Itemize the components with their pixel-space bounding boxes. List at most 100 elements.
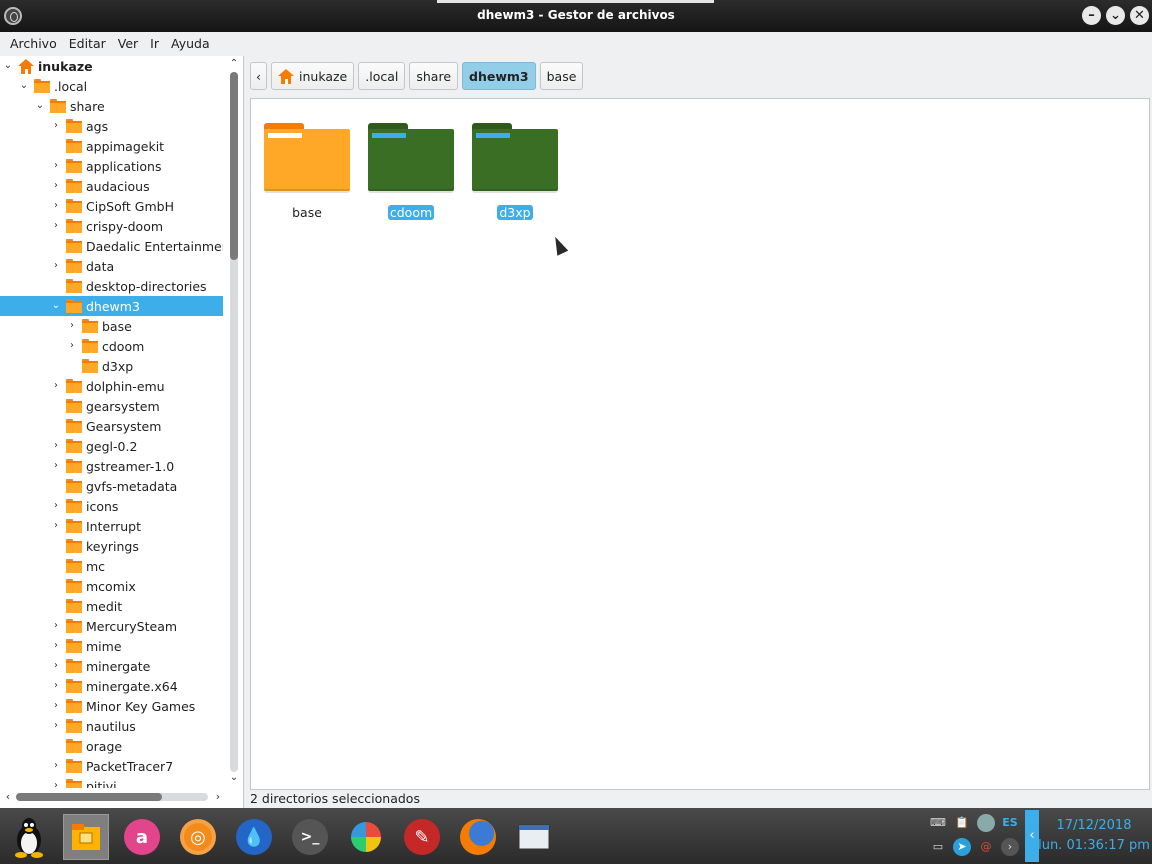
tree-item[interactable]: mcomix	[0, 576, 223, 596]
swirl-icon[interactable]: @	[977, 838, 995, 856]
tree-item[interactable]: › minergate	[0, 656, 223, 676]
clock[interactable]: 17/12/2018 lun. 01:36:17 pm	[1038, 816, 1150, 862]
chevron-right-icon[interactable]: ›	[50, 460, 62, 472]
chevron-right-icon[interactable]: ›	[50, 520, 62, 532]
crumb-local[interactable]: .local	[358, 62, 406, 90]
tree-item-share[interactable]: ⌄ share	[0, 96, 223, 116]
menu-ver[interactable]: Ver	[112, 32, 144, 56]
folder-view[interactable]: base cdoom d3xp	[250, 98, 1150, 790]
tree-item[interactable]: orage	[0, 736, 223, 756]
window-icon[interactable]	[511, 814, 557, 860]
tree-item[interactable]: d3xp	[0, 356, 223, 376]
crumb-base[interactable]: base	[539, 62, 584, 90]
scrollbar-thumb[interactable]	[230, 72, 238, 260]
firefox-icon[interactable]	[455, 814, 501, 860]
tree-item[interactable]: mc	[0, 556, 223, 576]
crumb-home[interactable]: inukaze	[271, 62, 355, 90]
chevron-right-icon[interactable]: ›	[50, 700, 62, 712]
keyboard-icon[interactable]: ⌨	[929, 814, 947, 832]
chevron-right-icon[interactable]: ›	[50, 220, 62, 232]
chevron-right-icon[interactable]: ›	[50, 160, 62, 172]
tree-item[interactable]: › PacketTracer7	[0, 756, 223, 776]
tree-item[interactable]: gvfs-metadata	[0, 476, 223, 496]
tree-item[interactable]: › CipSoft GmbH	[0, 196, 223, 216]
chevron-down-icon[interactable]: ⌄	[34, 100, 46, 112]
menu-archivo[interactable]: Archivo	[4, 32, 63, 56]
app-a-icon[interactable]: a	[119, 814, 165, 860]
tree-item[interactable]: › dolphin-emu	[0, 376, 223, 396]
terminal-small-icon[interactable]: ›	[1001, 838, 1019, 856]
keyboard-layout-indicator[interactable]: ES	[1001, 814, 1019, 832]
telegram-icon[interactable]: ➤	[953, 838, 971, 856]
tree-vertical-scrollbar[interactable]: ⌃ ⌄	[226, 56, 242, 788]
clipboard-icon[interactable]: 📋	[953, 814, 971, 832]
chevron-right-icon[interactable]: ›	[50, 640, 62, 652]
chevron-right-icon[interactable]: ›	[50, 120, 62, 132]
tree-item[interactable]: › crispy-doom	[0, 216, 223, 236]
tree-item[interactable]: › minergate.x64	[0, 676, 223, 696]
tree-item[interactable]: gearsystem	[0, 396, 223, 416]
scroll-down-icon[interactable]: ⌄	[228, 772, 240, 784]
tree-item[interactable]: › data	[0, 256, 223, 276]
chevron-right-icon[interactable]: ›	[50, 660, 62, 672]
tree-item[interactable]: › ags	[0, 116, 223, 136]
pinwheel-icon[interactable]	[343, 814, 389, 860]
back-button[interactable]: ‹	[250, 62, 267, 90]
menu-editar[interactable]: Editar	[63, 32, 112, 56]
minimize-icon[interactable]: –	[1082, 6, 1101, 25]
avatar-icon[interactable]	[977, 814, 995, 832]
tree-item[interactable]: Daedalic Entertainment	[0, 236, 223, 256]
crumb-share[interactable]: share	[409, 62, 459, 90]
chevron-right-icon[interactable]: ›	[50, 440, 62, 452]
tree-item[interactable]: › Interrupt	[0, 516, 223, 536]
tree-item[interactable]: › cdoom	[0, 336, 223, 356]
scroll-left-icon[interactable]: ‹	[2, 790, 14, 804]
chevron-right-icon[interactable]: ›	[66, 320, 78, 332]
tree-item[interactable]: › Minor Key Games	[0, 696, 223, 716]
close-icon[interactable]: ✕	[1130, 6, 1149, 25]
file-manager-icon[interactable]	[63, 814, 109, 860]
tree-item[interactable]: › icons	[0, 496, 223, 516]
drop-icon[interactable]: 💧	[231, 814, 277, 860]
chevron-right-icon[interactable]: ›	[50, 180, 62, 192]
scroll-up-icon[interactable]: ⌃	[228, 58, 240, 70]
folder-item[interactable]: cdoom	[359, 123, 463, 221]
tree-item[interactable]: › gegl-0.2	[0, 436, 223, 456]
tree-item-local[interactable]: ⌄ .local	[0, 76, 223, 96]
crumb-dhewm3[interactable]: dhewm3	[462, 62, 536, 90]
folder-item[interactable]: base	[255, 123, 359, 221]
tree-item[interactable]: medit	[0, 596, 223, 616]
tree-item[interactable]: Gearsystem	[0, 416, 223, 436]
tree-item[interactable]: ⌄ dhewm3	[0, 296, 223, 316]
chevron-right-icon[interactable]: ›	[50, 780, 62, 788]
tree-item[interactable]: › base	[0, 316, 223, 336]
folder-item[interactable]: d3xp	[463, 123, 567, 221]
maximize-icon[interactable]: ⌄	[1106, 6, 1125, 25]
tux-icon[interactable]	[6, 814, 52, 860]
tray-expand-button[interactable]: ‹	[1025, 810, 1039, 862]
tree-item[interactable]: desktop-directories	[0, 276, 223, 296]
tree-item[interactable]: › nautilus	[0, 716, 223, 736]
tree-item-home[interactable]: ⌄ inukaze	[0, 56, 223, 76]
tree-item[interactable]: › mime	[0, 636, 223, 656]
tree-item[interactable]: › audacious	[0, 176, 223, 196]
tree-item[interactable]: › pitivi	[0, 776, 223, 788]
terminal-icon[interactable]: >_	[287, 814, 333, 860]
chevron-right-icon[interactable]: ›	[50, 500, 62, 512]
chevron-down-icon[interactable]: ⌄	[2, 60, 14, 72]
tree-item[interactable]: keyrings	[0, 536, 223, 556]
menu-ir[interactable]: Ir	[144, 32, 165, 56]
scroll-right-icon[interactable]: ›	[212, 790, 224, 804]
chevron-down-icon[interactable]: ⌄	[18, 80, 30, 92]
audio-icon[interactable]: ◎	[175, 814, 221, 860]
screen-icon[interactable]: ▭	[929, 838, 947, 856]
scrollbar-thumb[interactable]	[16, 793, 162, 801]
chevron-right-icon[interactable]: ›	[50, 200, 62, 212]
chevron-right-icon[interactable]: ›	[50, 380, 62, 392]
tree-item[interactable]: › MercurySteam	[0, 616, 223, 636]
chevron-right-icon[interactable]: ›	[66, 340, 78, 352]
chevron-right-icon[interactable]: ›	[50, 680, 62, 692]
chevron-right-icon[interactable]: ›	[50, 760, 62, 772]
chevron-right-icon[interactable]: ›	[50, 260, 62, 272]
tree-horizontal-scrollbar[interactable]: ‹ ›	[0, 788, 226, 806]
